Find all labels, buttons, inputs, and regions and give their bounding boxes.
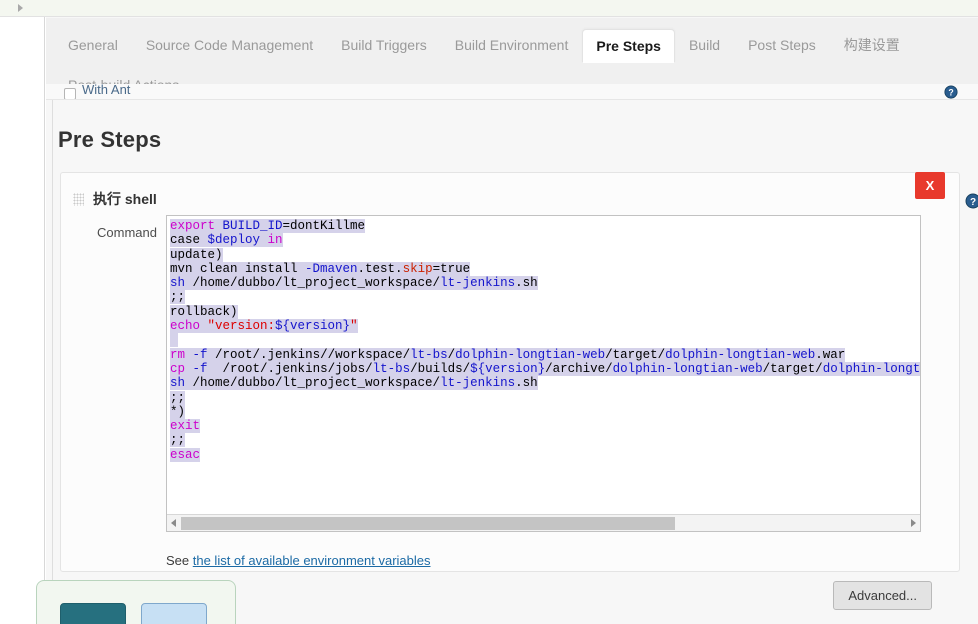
code-line xyxy=(170,333,920,348)
code-line: sh /home/dubbo/lt_project_workspace/lt-j… xyxy=(170,276,538,291)
code-line: mvn clean install -Dmaven.test.skip=true xyxy=(170,261,471,276)
tab-post-steps[interactable]: Post Steps xyxy=(734,28,830,62)
delete-builder-button[interactable]: X xyxy=(915,172,945,199)
with-ant-row: With Ant xyxy=(46,84,978,100)
svg-text:?: ? xyxy=(970,197,976,208)
see-prefix: See xyxy=(166,553,193,568)
env-vars-hint: See the list of available environment va… xyxy=(166,553,431,568)
code-line: esac xyxy=(170,447,201,462)
code-line: sh /home/dubbo/lt_project_workspace/lt-j… xyxy=(170,376,538,391)
with-ant-help-icon[interactable]: ? xyxy=(944,85,958,99)
code-line: cp -f /root/.jenkins/jobs/lt-bs/builds/$… xyxy=(170,361,920,376)
builder-title: 执行 shell xyxy=(93,191,157,207)
arrow-left-icon[interactable] xyxy=(167,515,180,531)
code-line: *) xyxy=(170,404,186,419)
tab-pre-steps[interactable]: Pre Steps xyxy=(582,29,675,63)
with-ant-label: With Ant xyxy=(82,84,131,97)
builder-help-icon[interactable]: ? xyxy=(965,193,978,209)
save-button[interactable] xyxy=(60,603,126,624)
triangle-right-icon[interactable] xyxy=(18,4,23,12)
env-vars-link[interactable]: the list of available environment variab… xyxy=(193,553,431,568)
code-line: rollback) xyxy=(170,304,238,319)
tab-row-primary: General Source Code Management Build Tri… xyxy=(54,22,914,63)
code-line: echo "version:${version}" xyxy=(170,319,358,334)
tab-build-triggers[interactable]: Build Triggers xyxy=(327,28,441,62)
drag-handle-icon[interactable] xyxy=(73,193,84,206)
jenkins-job-config-screen: General Source Code Management Build Tri… xyxy=(0,0,978,624)
tab-build[interactable]: Build xyxy=(675,28,734,62)
advanced-button[interactable]: Advanced... xyxy=(833,581,932,610)
sticky-save-bar xyxy=(36,580,236,624)
browser-chrome-bar xyxy=(0,0,978,17)
arrow-right-icon[interactable] xyxy=(907,515,920,531)
code-line: export BUILD_ID=dontKillme xyxy=(170,219,366,233)
with-ant-checkbox[interactable] xyxy=(64,88,76,99)
vertical-guide-line xyxy=(52,100,53,580)
page-title: Pre Steps xyxy=(58,127,162,152)
code-line: update) xyxy=(170,247,223,262)
apply-button[interactable] xyxy=(141,603,207,624)
code-line: exit xyxy=(170,419,201,434)
code-line: ;; xyxy=(170,290,186,305)
left-gutter xyxy=(0,17,45,624)
code-area[interactable]: export BUILD_ID=dontKillme case $deploy i… xyxy=(167,216,920,510)
shell-builder-panel: 执行 shell X ? Command export BUILD_ID=don… xyxy=(60,172,978,610)
tab-source-code-management[interactable]: Source Code Management xyxy=(132,28,327,62)
code-line: ;; xyxy=(170,433,186,448)
code-line: case $deploy in xyxy=(170,233,283,248)
editor-horizontal-scrollbar[interactable] xyxy=(167,514,920,531)
command-editor[interactable]: export BUILD_ID=dontKillme case $deploy i… xyxy=(166,215,921,532)
svg-text:?: ? xyxy=(948,88,953,98)
command-label: Command xyxy=(97,225,157,240)
code-line: rm -f /root/.jenkins//workspace/lt-bs/do… xyxy=(170,347,846,362)
tab-build-settings[interactable]: 构建设置 xyxy=(830,28,914,62)
tab-general[interactable]: General xyxy=(54,28,132,62)
code-line: ;; xyxy=(170,390,186,405)
tab-build-environment[interactable]: Build Environment xyxy=(441,28,583,62)
scrollbar-thumb[interactable] xyxy=(181,517,675,530)
shell-script-code[interactable]: export BUILD_ID=dontKillme case $deploy i… xyxy=(170,219,920,462)
